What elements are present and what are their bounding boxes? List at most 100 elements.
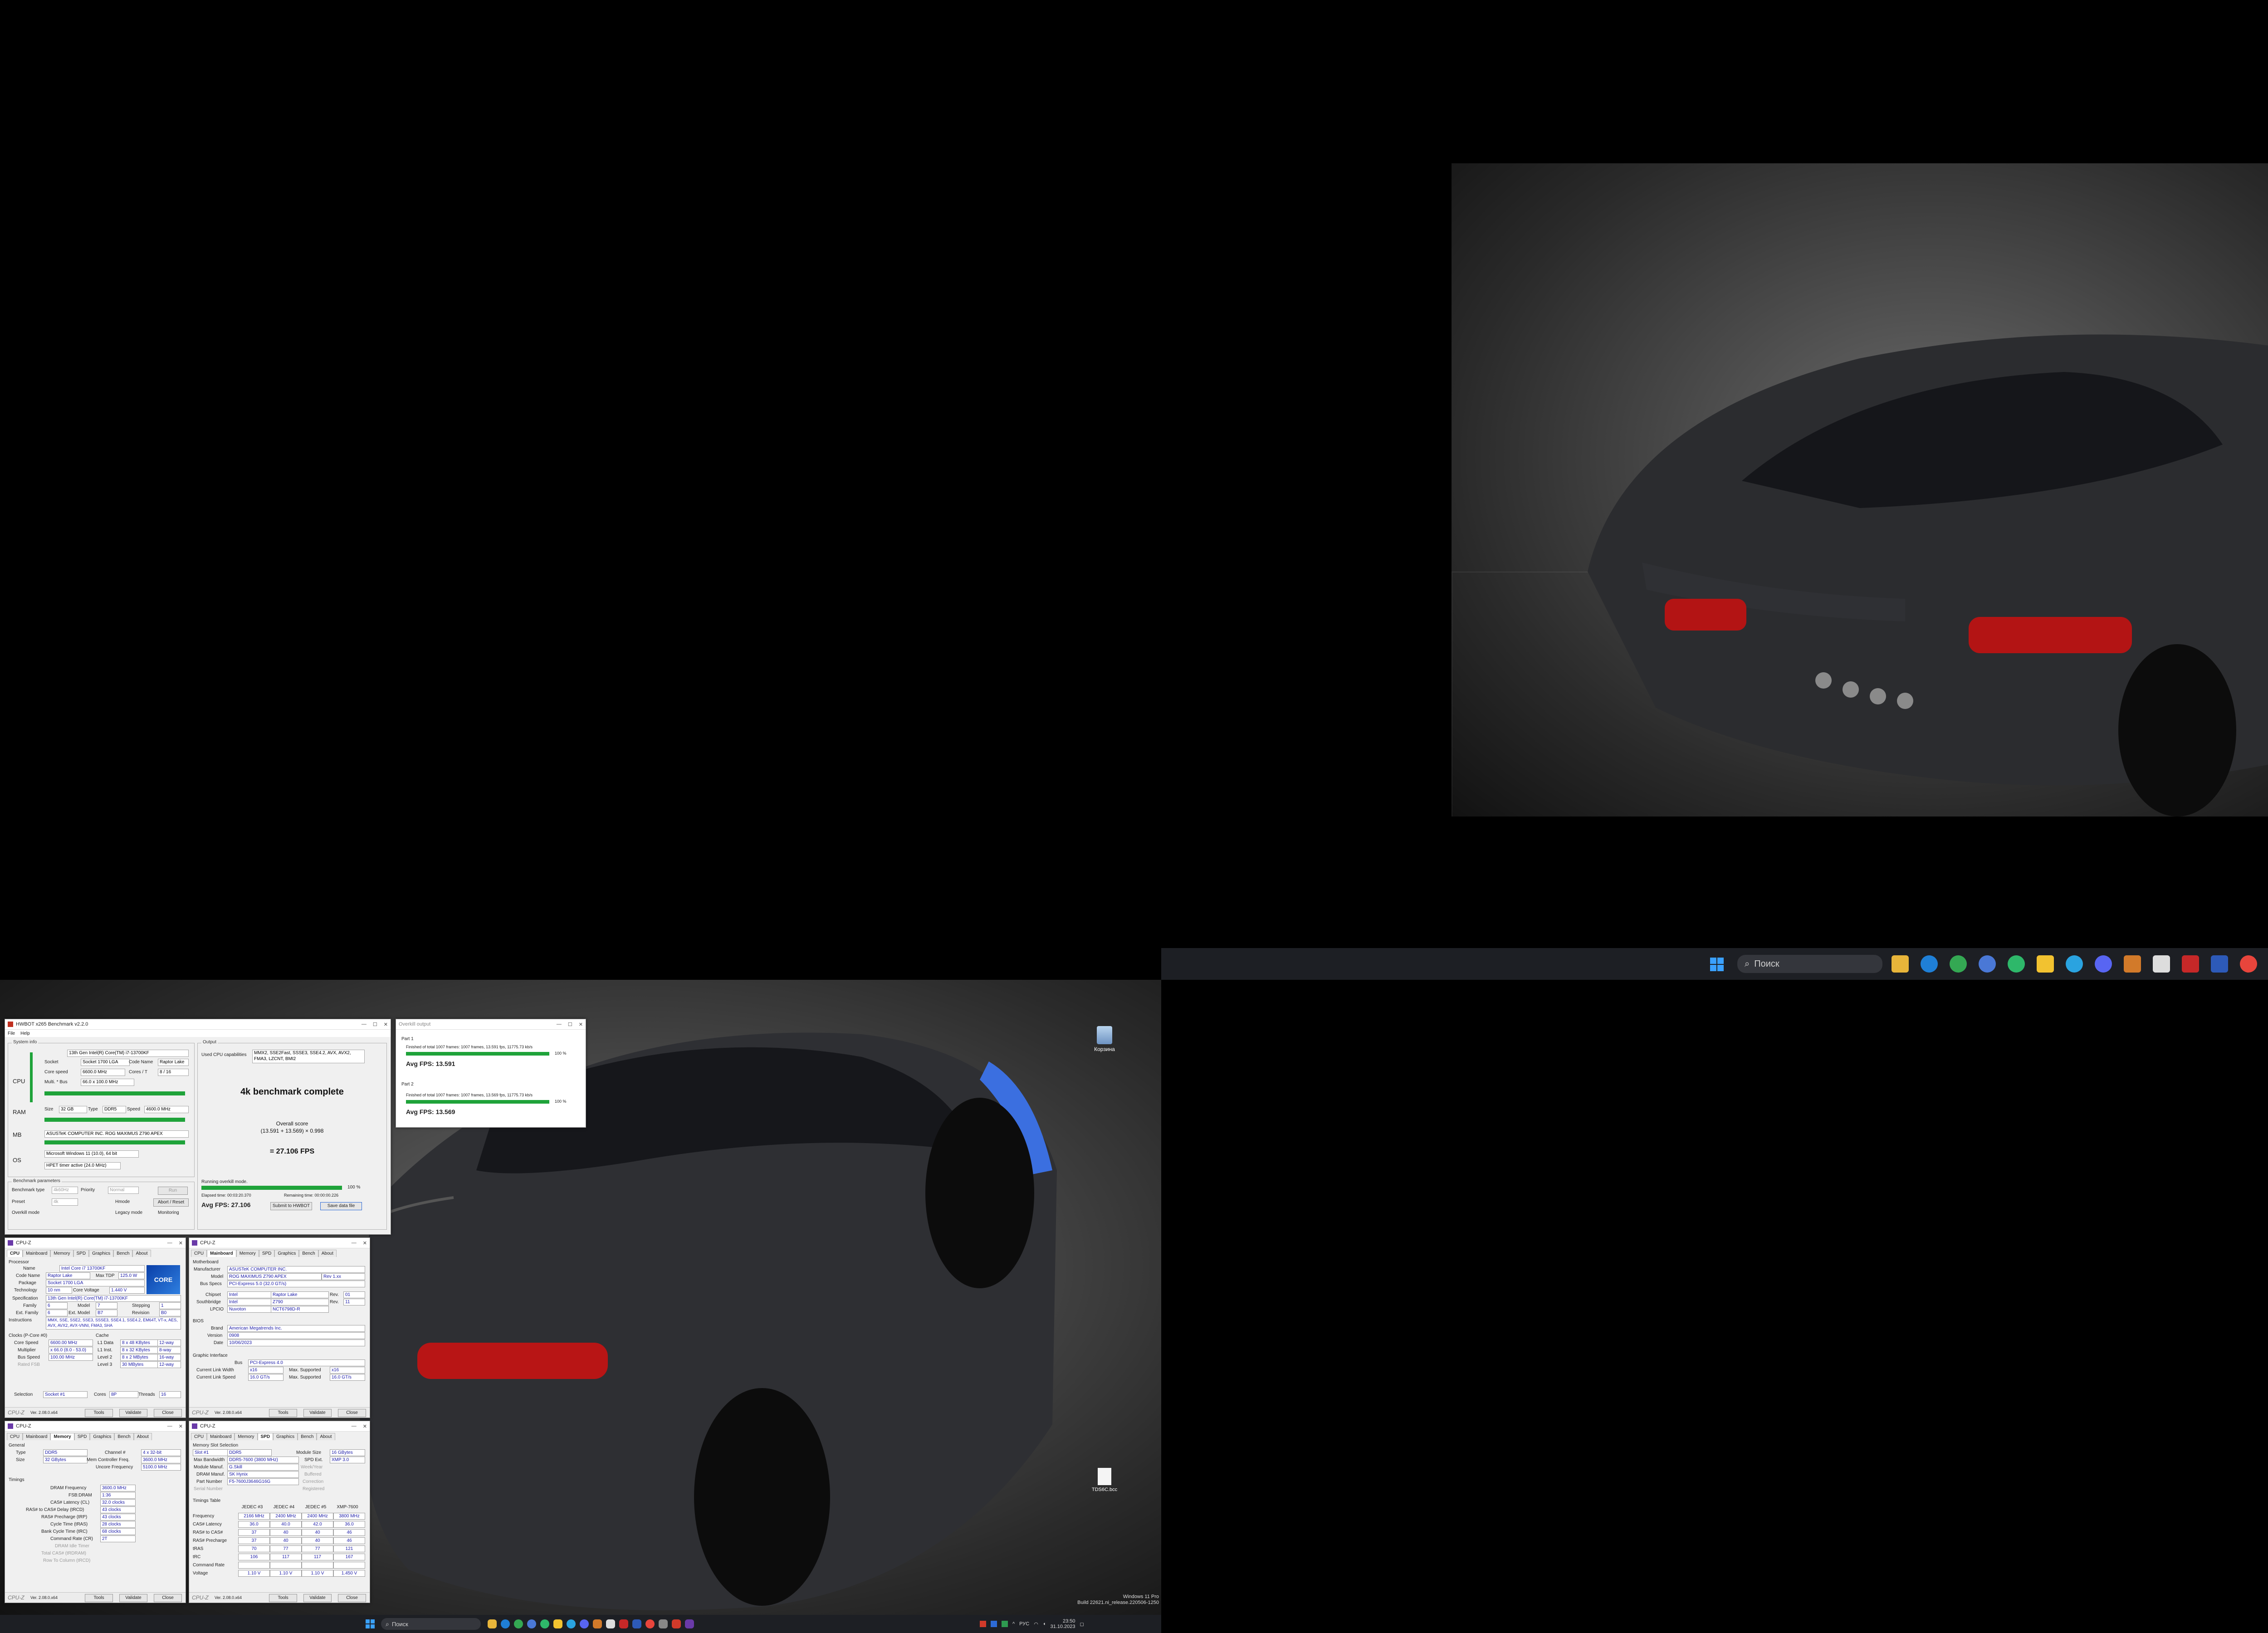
submit-hwbot-button[interactable]: Submit to HWBOT <box>270 1202 312 1210</box>
bench-type-select[interactable]: 4k60Hz <box>52 1187 78 1194</box>
priority-select[interactable]: Normal <box>108 1187 139 1194</box>
monitoring-checkbox[interactable]: Monitoring <box>158 1210 179 1215</box>
overkill-titlebar[interactable]: Overkill output — ☐ ✕ <box>396 1019 586 1030</box>
tab-bench[interactable]: Bench <box>113 1250 133 1257</box>
tab-spd[interactable]: SPD <box>73 1250 89 1257</box>
minimize-icon[interactable]: — <box>557 1022 562 1027</box>
minimize-icon[interactable]: — <box>352 1423 357 1429</box>
start-button-main[interactable] <box>366 1619 375 1631</box>
discord-icon[interactable] <box>2095 955 2112 973</box>
tab-about[interactable]: About <box>317 1433 335 1440</box>
telegram-icon[interactable] <box>2066 955 2083 973</box>
preset-select[interactable]: 4k <box>52 1198 78 1206</box>
tab-about[interactable]: About <box>133 1433 152 1440</box>
tools-button[interactable]: Tools <box>269 1409 297 1417</box>
abort-reset-button[interactable]: Abort / Reset <box>153 1198 189 1207</box>
menu-help[interactable]: Help <box>20 1031 30 1036</box>
app-monitor-icon[interactable] <box>632 1619 641 1628</box>
start-button[interactable] <box>1709 956 1725 973</box>
tab-mainboard[interactable]: Mainboard <box>207 1250 236 1257</box>
validate-button[interactable]: Validate <box>303 1594 332 1602</box>
file-shortcut[interactable]: TDS6C.bcc <box>1089 1468 1120 1492</box>
tray-red-icon[interactable] <box>980 1621 986 1627</box>
app-red-icon[interactable] <box>2182 955 2199 973</box>
tab-cpu[interactable]: CPU <box>191 1433 207 1440</box>
minimize-icon[interactable]: — <box>167 1240 172 1246</box>
tab-memory[interactable]: Memory <box>236 1250 259 1257</box>
tray-chevron-icon[interactable]: ^ <box>1012 1621 1015 1627</box>
wifi-icon[interactable]: ◠ <box>1034 1621 1038 1627</box>
tray-clock[interactable]: 23:50 31.10.2023 <box>1050 1618 1075 1629</box>
cpuz-titlebar[interactable]: CPU-Z — ✕ <box>189 1421 370 1432</box>
tab-cpu[interactable]: CPU <box>191 1250 207 1257</box>
app-monitor-icon[interactable] <box>2211 955 2228 973</box>
tab-bench[interactable]: Bench <box>114 1433 134 1440</box>
close-button[interactable]: Close <box>154 1594 182 1602</box>
cpuz-taskbar-icon[interactable] <box>685 1619 694 1628</box>
tab-spd[interactable]: SPD <box>74 1433 90 1440</box>
tab-cpu[interactable]: CPU <box>7 1433 23 1440</box>
tab-spd[interactable]: SPD <box>257 1433 274 1440</box>
maximize-icon[interactable]: ☐ <box>373 1022 377 1027</box>
taskbar-search-2[interactable]: ⌕ Поиск <box>1737 955 1882 973</box>
tab-memory[interactable]: Memory <box>235 1433 258 1440</box>
cpuz-titlebar[interactable]: CPU-Z — ✕ <box>5 1238 186 1248</box>
maximize-icon[interactable]: ☐ <box>568 1022 572 1027</box>
slot-select[interactable]: Slot #1 <box>193 1449 228 1456</box>
close-icon[interactable]: ✕ <box>179 1240 183 1246</box>
app-orange-icon[interactable] <box>593 1619 602 1628</box>
taskbar-search-main[interactable]: ⌕ Поиск <box>381 1618 481 1630</box>
file-explorer-icon[interactable] <box>1892 955 1909 973</box>
tab-about[interactable]: About <box>132 1250 151 1257</box>
edge-icon[interactable] <box>1921 955 1938 973</box>
tab-bench[interactable]: Bench <box>298 1433 317 1440</box>
tab-mainboard[interactable]: Mainboard <box>207 1433 235 1440</box>
close-button[interactable]: Close <box>338 1594 366 1602</box>
minimize-icon[interactable]: — <box>167 1423 172 1429</box>
app-green-icon[interactable] <box>514 1619 523 1628</box>
save-data-button[interactable]: Save data file <box>320 1202 362 1210</box>
tab-bench[interactable]: Bench <box>299 1250 318 1257</box>
app-blue-icon[interactable] <box>1979 955 1996 973</box>
run-button[interactable]: Run <box>158 1187 188 1195</box>
volume-icon[interactable]: ◖ <box>1043 1621 1046 1627</box>
chrome-icon[interactable] <box>2240 955 2257 973</box>
tab-graphics[interactable]: Graphics <box>274 1250 299 1257</box>
tab-spd[interactable]: SPD <box>259 1250 275 1257</box>
app-white-icon[interactable] <box>606 1619 615 1628</box>
discord-icon[interactable] <box>580 1619 589 1628</box>
tray-green-icon[interactable] <box>1002 1621 1008 1627</box>
hwbot-taskbar-icon[interactable] <box>672 1619 681 1628</box>
tools-button[interactable]: Tools <box>85 1409 113 1417</box>
app-orange-icon[interactable] <box>2124 955 2141 973</box>
validate-button[interactable]: Validate <box>303 1409 332 1417</box>
validate-button[interactable]: Validate <box>119 1594 147 1602</box>
cpuz-titlebar[interactable]: CPU-Z — ✕ <box>189 1238 370 1248</box>
tab-mainboard[interactable]: Mainboard <box>23 1433 51 1440</box>
legacy-checkbox[interactable]: Legacy mode <box>115 1210 142 1215</box>
selection-select[interactable]: Socket #1 <box>43 1391 88 1398</box>
app-green-icon[interactable] <box>1950 955 1967 973</box>
close-button[interactable]: Close <box>338 1409 366 1417</box>
tab-memory[interactable]: Memory <box>50 1433 74 1440</box>
file-explorer-icon[interactable] <box>488 1619 497 1628</box>
validate-button[interactable]: Validate <box>119 1409 147 1417</box>
app-red-icon[interactable] <box>619 1619 628 1628</box>
overkill-checkbox[interactable]: Overkill mode <box>12 1210 39 1215</box>
app-white-icon[interactable] <box>2153 955 2170 973</box>
notification-icon[interactable]: ◻ <box>1080 1621 1084 1627</box>
hwbot-titlebar[interactable]: HWBOT x265 Benchmark v2.2.0 — ☐ ✕ <box>5 1019 391 1030</box>
tab-mainboard[interactable]: Mainboard <box>23 1250 51 1257</box>
app-mail-icon[interactable] <box>659 1619 668 1628</box>
minimize-icon[interactable]: — <box>352 1240 357 1246</box>
tab-graphics[interactable]: Graphics <box>89 1250 114 1257</box>
tools-button[interactable]: Tools <box>85 1594 113 1602</box>
app-green2-icon[interactable] <box>540 1619 549 1628</box>
tab-cpu[interactable]: CPU <box>7 1250 23 1257</box>
chrome-icon[interactable] <box>645 1619 655 1628</box>
app-green2-icon[interactable] <box>2008 955 2025 973</box>
tab-graphics[interactable]: Graphics <box>90 1433 115 1440</box>
cpuz-titlebar[interactable]: CPU-Z — ✕ <box>5 1421 186 1432</box>
notes-icon[interactable] <box>2037 955 2054 973</box>
close-button[interactable]: Close <box>154 1409 182 1417</box>
